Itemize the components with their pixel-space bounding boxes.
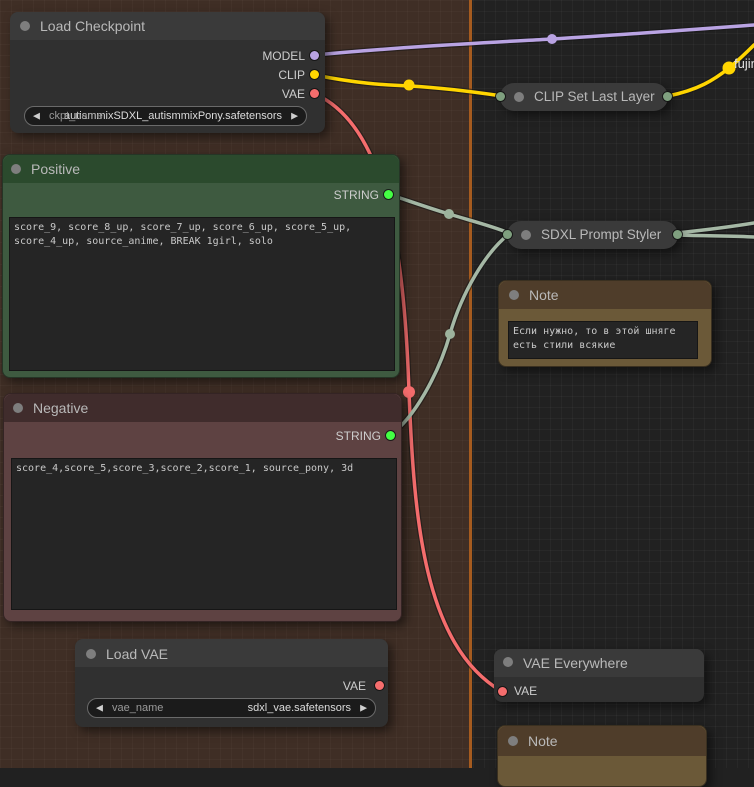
link-dot-model[interactable] [547, 34, 557, 44]
input-dot[interactable] [496, 92, 505, 101]
node-title: Positive [31, 161, 80, 177]
vae-name-combo[interactable]: ◀ vae_name sdxl_vae.safetensors ▶ [87, 698, 376, 718]
input-dot-vae[interactable] [498, 687, 507, 696]
node-title: Note [529, 287, 559, 303]
node-title: VAE Everywhere [523, 655, 628, 671]
node-note-top[interactable]: Note Если нужно, то в этой шняге есть ст… [498, 280, 712, 367]
link-dot-vae[interactable] [403, 386, 415, 398]
ckpt-name-combo[interactable]: ◀ autismmixSDXL_autismmixPony.safetensor… [24, 106, 307, 126]
collapse-dot-icon[interactable] [20, 21, 30, 31]
combo-right-arrow-icon[interactable]: ▶ [360, 704, 367, 713]
node-title: Note [528, 733, 558, 749]
output-label-clip: CLIP [278, 69, 305, 81]
link-dot-string-pos[interactable] [444, 209, 454, 219]
positive-text[interactable]: score_9, score_8_up, score_7_up, score_6… [9, 217, 395, 371]
output-dot-string[interactable] [386, 431, 395, 440]
node-sdxl-prompt-styler[interactable]: SDXL Prompt Styler [507, 221, 678, 249]
node-load-vae[interactable]: Load VAE VAE ◀ vae_name sdxl_vae.safeten… [75, 639, 388, 727]
offscreen-node-title: fujin [734, 56, 754, 71]
wire-string-out-b [677, 235, 754, 237]
collapse-dot-icon[interactable] [503, 657, 513, 667]
collapse-dot-icon[interactable] [508, 736, 518, 746]
output-dot[interactable] [663, 92, 672, 101]
vae-name-value: sdxl_vae.safetensors [248, 702, 351, 714]
output-label-vae: VAE [343, 680, 366, 692]
node-title: SDXL Prompt Styler [541, 227, 661, 242]
node-title: CLIP Set Last Layer [534, 89, 655, 104]
output-dot-vae[interactable] [310, 89, 319, 98]
output-label-model: MODEL [262, 50, 305, 62]
collapse-dot-icon[interactable] [13, 403, 23, 413]
output-label-string: STRING [334, 189, 379, 201]
node-note-bottom[interactable]: Note [497, 725, 707, 787]
vae-name-label: vae_name [112, 702, 163, 714]
output-label-string: STRING [336, 430, 381, 442]
output-dot-vae[interactable] [375, 681, 384, 690]
collapse-dot-icon[interactable] [521, 230, 531, 240]
output-dot-model[interactable] [310, 51, 319, 60]
node-negative[interactable]: Negative STRING score_4,score_5,score_3,… [3, 393, 402, 622]
node-load-checkpoint[interactable]: Load Checkpoint MODEL CLIP VAE ◀ autismm… [10, 12, 325, 133]
note-text[interactable]: Если нужно, то в этой шняге есть стили в… [508, 321, 698, 359]
ckpt-name-label: ckpt_name [49, 110, 103, 122]
output-label-vae: VAE [282, 88, 305, 100]
output-dot[interactable] [673, 230, 682, 239]
combo-left-arrow-icon[interactable]: ◀ [96, 704, 103, 713]
node-vae-everywhere[interactable]: VAE Everywhere VAE [494, 649, 704, 702]
link-dot-string-neg[interactable] [445, 329, 455, 339]
node-title: Load Checkpoint [40, 18, 145, 34]
output-dot-string[interactable] [384, 190, 393, 199]
wire-model [315, 25, 754, 55]
collapse-dot-icon[interactable] [509, 290, 519, 300]
link-dot-clip[interactable] [404, 80, 415, 91]
node-clip-set-last-layer[interactable]: CLIP Set Last Layer [500, 83, 668, 111]
node-positive[interactable]: Positive STRING score_9, score_8_up, sco… [2, 154, 400, 378]
collapse-dot-icon[interactable] [86, 649, 96, 659]
output-dot-clip[interactable] [310, 70, 319, 79]
input-label-vae: VAE [514, 685, 537, 697]
combo-right-arrow-icon[interactable]: ▶ [291, 112, 298, 121]
node-title: Negative [33, 400, 88, 416]
node-title: Load VAE [106, 646, 168, 662]
collapse-dot-icon[interactable] [514, 92, 524, 102]
negative-text[interactable]: score_4,score_5,score_3,score_2,score_1,… [11, 458, 397, 610]
input-dot[interactable] [503, 230, 512, 239]
combo-left-arrow-icon[interactable]: ◀ [33, 112, 40, 121]
collapse-dot-icon[interactable] [11, 164, 21, 174]
